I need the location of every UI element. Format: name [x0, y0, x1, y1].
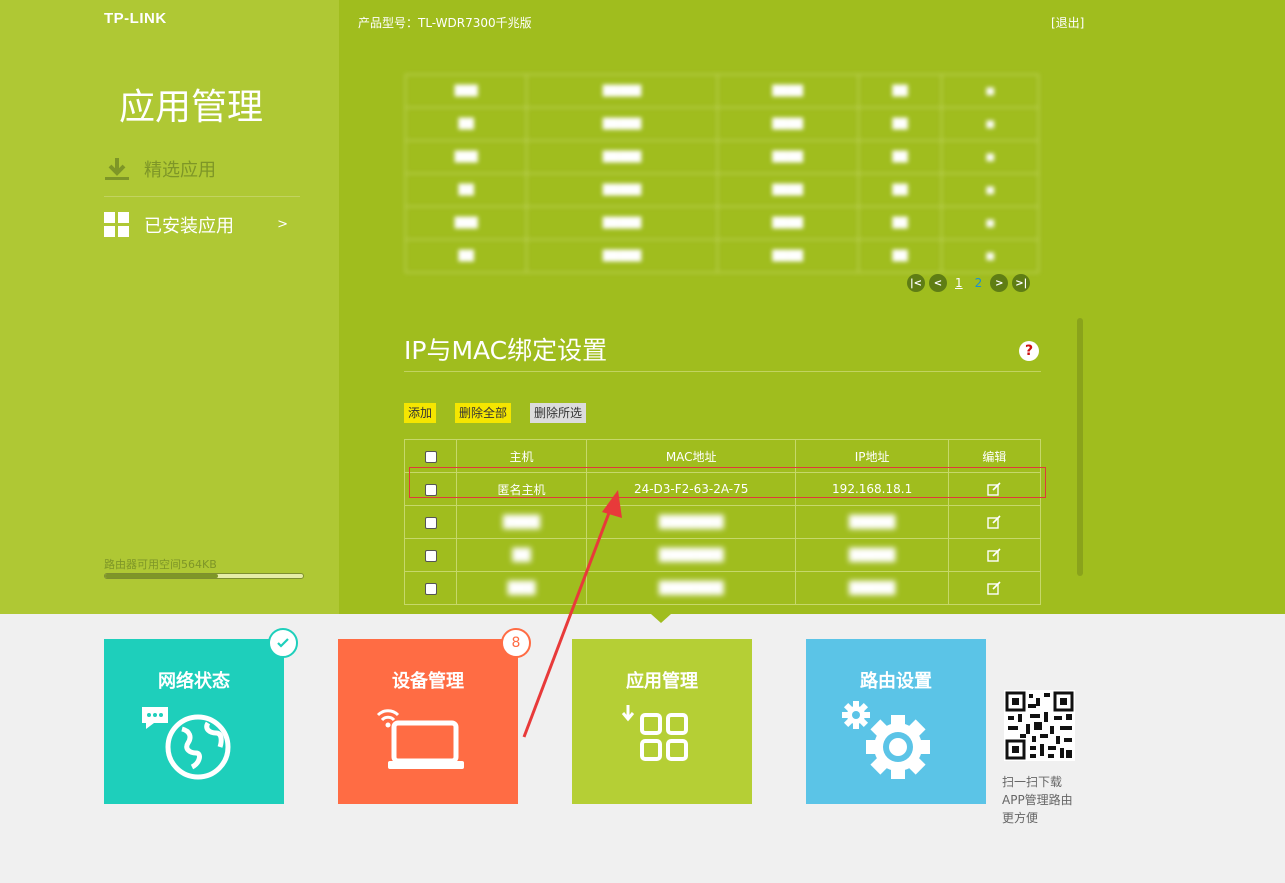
gears-icon: [842, 701, 930, 779]
qr-code-icon: [1004, 690, 1075, 761]
tile-network-status[interactable]: 网络状态: [104, 639, 284, 804]
qr-caption-line: 扫一扫下载: [1002, 775, 1063, 789]
blurred-cell: ███████: [585, 538, 797, 572]
blurred-cell: ███████: [585, 571, 797, 605]
laptop-wifi-icon: [376, 709, 464, 769]
table-row: ██ █████ ████ ██ ■: [404, 107, 1039, 141]
binding-table: 主机 MAC地址 IP地址 编辑 匿名主机 24-D3-F2-63-2A-75 …: [403, 439, 1042, 605]
delete-all-button[interactable]: 删除全部: [455, 403, 512, 423]
tile-device-management[interactable]: 设备管理: [338, 639, 518, 804]
highlight-box: [409, 467, 1046, 498]
sidebar-item-featured-apps[interactable]: 精选应用: [104, 141, 300, 197]
last-page-icon[interactable]: >|: [1012, 274, 1031, 292]
tp-link-logo: TP-LINK: [104, 10, 167, 27]
product-model: 产品型号：TL-WDR7300千兆版: [358, 16, 532, 30]
tile-router-settings[interactable]: 路由设置: [806, 639, 986, 804]
blurred-cell: ███████: [585, 505, 797, 539]
edit-icon[interactable]: [987, 548, 1001, 562]
storage-fill: [105, 574, 218, 578]
qr-caption: 扫一扫下载 APP管理路由 更方便: [1002, 773, 1073, 827]
tile-label: 设备管理: [392, 671, 464, 692]
active-tile-notch: [651, 614, 671, 623]
add-button[interactable]: 添加: [404, 403, 437, 423]
row-checkbox[interactable]: [424, 582, 437, 595]
grid-icon: [104, 211, 130, 238]
section-title: IP与MAC绑定设置: [404, 336, 608, 365]
row-checkbox[interactable]: [424, 516, 437, 529]
next-page-icon[interactable]: >: [990, 274, 1009, 292]
edit-icon[interactable]: [987, 515, 1001, 529]
blurred-cell: █████: [795, 505, 949, 539]
blurred-cell: ████: [456, 505, 587, 539]
blurred-cell: ███: [456, 571, 587, 605]
globe-chat-icon: [142, 707, 231, 780]
table-row: ██ █████ ████ ██ ■: [404, 173, 1039, 207]
table-row: ███ ███████ █████: [403, 571, 1042, 605]
table-row: ███ █████ ████ ██ ■: [404, 74, 1039, 108]
tile-label: 网络状态: [158, 671, 230, 692]
prev-page-icon[interactable]: <: [929, 274, 947, 292]
tile-label: 路由设置: [860, 671, 932, 692]
sidebar-item-label: 已安装应用: [144, 215, 234, 237]
row-checkbox[interactable]: [424, 549, 437, 562]
checkmark-icon: [268, 628, 298, 658]
section-divider: [404, 371, 1041, 372]
delete-selected-button[interactable]: 删除所选: [530, 403, 587, 423]
device-count-badge: 8: [501, 628, 531, 658]
blurred-device-table: ███ █████ ████ ██ ■ ██ █████ ████ ██ ■ ███ █████ █…: [404, 74, 1039, 273]
table-row: ███ █████ ████ ██ ■: [404, 206, 1039, 240]
storage-bar: [104, 573, 304, 579]
table-row: ██ ███████ █████: [403, 538, 1042, 572]
edit-icon[interactable]: [987, 581, 1001, 595]
select-all-checkbox[interactable]: [424, 450, 437, 463]
table-row: ████ ███████ █████: [403, 505, 1042, 539]
logout-link[interactable]: [退出]: [1051, 14, 1084, 31]
download-icon: [104, 156, 130, 182]
chevron-right-icon: >: [277, 217, 288, 232]
blurred-cell: ██: [456, 538, 587, 572]
page-1[interactable]: 1: [951, 276, 967, 290]
storage-label: 路由器可用空间564KB: [104, 558, 217, 571]
scrollbar[interactable]: [1077, 318, 1083, 576]
page-2[interactable]: 2: [971, 276, 987, 290]
blurred-cell: █████: [795, 571, 949, 605]
qr-caption-line: 更方便: [1002, 811, 1039, 825]
table-row: ███ █████ ████ ██ ■: [404, 140, 1039, 174]
first-page-icon[interactable]: |<: [907, 274, 925, 292]
blurred-cell: █████: [795, 538, 949, 572]
sidebar-title: 应用管理: [119, 87, 264, 128]
qr-caption-line: APP管理路由: [1002, 793, 1073, 807]
table-row: ██ █████ ████ ██ ■: [404, 239, 1039, 273]
tile-app-management[interactable]: 应用管理: [572, 639, 752, 804]
help-icon[interactable]: ?: [1019, 341, 1039, 361]
sidebar-item-label: 精选应用: [144, 159, 216, 181]
tile-label: 应用管理: [626, 671, 698, 692]
pagination: |< < 1 2 > >|: [907, 274, 1031, 292]
apps-grid-icon: [621, 705, 688, 761]
sidebar-item-installed-apps[interactable]: 已安装应用 >: [104, 197, 300, 252]
